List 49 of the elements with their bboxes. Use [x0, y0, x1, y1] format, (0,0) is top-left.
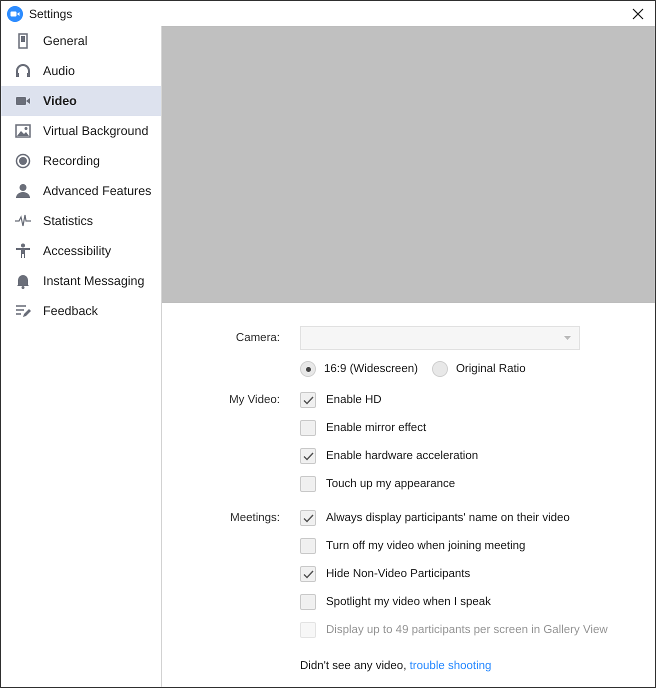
app-logo-icon: [7, 6, 23, 22]
checkbox[interactable]: [300, 448, 316, 464]
checkbox[interactable]: [300, 392, 316, 408]
checkbox-label: Always display participants' name on their video: [326, 512, 570, 524]
image-icon: [15, 123, 31, 139]
sidebar-item[interactable]: Statistics: [1, 206, 161, 236]
checkbox-label: Enable HD: [326, 394, 382, 406]
record-icon: [15, 153, 31, 169]
checkbox[interactable]: [300, 538, 316, 554]
checkbox[interactable]: [300, 476, 316, 492]
sidebar-item[interactable]: Video: [1, 86, 161, 116]
edit-icon: [15, 303, 31, 319]
sidebar-item[interactable]: Accessibility: [1, 236, 161, 266]
checkbox[interactable]: [300, 420, 316, 436]
section-label: My Video:: [229, 394, 280, 406]
check-icon: [302, 514, 314, 522]
checkbox-label: Enable mirror effect: [326, 422, 426, 434]
checkbox[interactable]: [300, 510, 316, 526]
checkbox-label: Touch up my appearance: [326, 478, 456, 490]
sidebar-item[interactable]: Instant Messaging: [1, 266, 161, 296]
checkbox-label: Enable hardware acceleration: [326, 450, 478, 462]
field-label: Camera:: [236, 332, 280, 344]
sidebar-item[interactable]: Advanced Features: [1, 176, 161, 206]
checkbox-label: Spotlight my video when I speak: [326, 596, 491, 608]
accessibility-icon: [15, 243, 31, 259]
sidebar-item[interactable]: Recording: [1, 146, 161, 176]
radio-label: 16:9 (Widescreen): [324, 363, 418, 375]
radio-label: Original Ratio: [456, 363, 526, 375]
sidebar-item[interactable]: Virtual Background: [1, 116, 161, 146]
check-icon: [302, 452, 314, 460]
close-icon: [632, 8, 644, 20]
checkbox[interactable]: [300, 566, 316, 582]
checkbox-label: Turn off my video when joining meeting: [326, 540, 526, 552]
sidebar-item[interactable]: General: [1, 26, 161, 56]
window-title: Settings: [29, 6, 74, 20]
sidebar-item[interactable]: Audio: [1, 56, 161, 86]
checkbox[interactable]: [300, 594, 316, 610]
bell-icon: [15, 273, 31, 289]
person-icon: [15, 183, 31, 199]
checkbox-label: Hide Non-Video Participants: [326, 568, 470, 580]
check-icon: [302, 396, 314, 404]
checkbox-label: Display up to 49 participants per screen in Gallery View: [326, 624, 608, 636]
pulse-icon: [15, 213, 31, 229]
headphones-icon: [15, 63, 31, 79]
help-text: Didn't see any video,: [300, 660, 406, 672]
check-icon: [302, 570, 314, 578]
section-label: Meetings:: [230, 512, 280, 524]
sidebar-item[interactable]: Feedback: [1, 296, 161, 326]
caret-icon: [564, 336, 571, 340]
